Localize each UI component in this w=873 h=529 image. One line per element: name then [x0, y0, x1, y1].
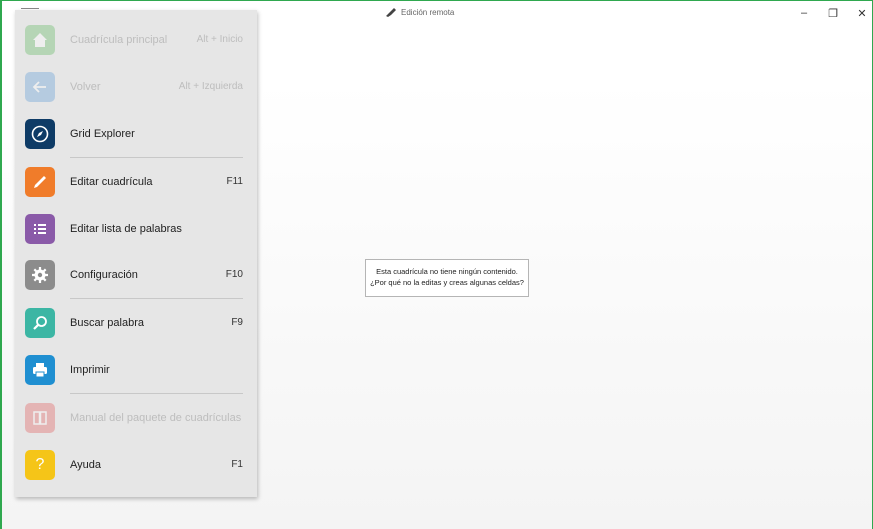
menu-item-back[interactable]: Volver Alt + Izquierda — [15, 63, 257, 110]
menu-item-grid-pack-manual[interactable]: Manual del paquete de cuadrículas — [15, 394, 257, 441]
menu-item-label: Configuración — [70, 268, 138, 281]
menu-item-print[interactable]: Imprimir — [15, 346, 257, 393]
menu-item-shortcut: Alt + Inicio — [196, 34, 243, 45]
menu-item-label: Grid Explorer — [70, 127, 135, 140]
menu-item-grid-explorer[interactable]: Grid Explorer — [15, 110, 257, 157]
back-arrow-icon — [25, 71, 55, 102]
window-title-text: Edición remota — [401, 7, 455, 17]
menu-item-help[interactable]: ? Ayuda F1 — [15, 441, 257, 488]
remote-edit-icon — [386, 8, 396, 17]
restore-button[interactable]: ❐ — [821, 4, 845, 22]
pencil-icon — [25, 166, 55, 197]
menu-item-edit-word-list[interactable]: Editar lista de palabras — [15, 205, 257, 252]
menu-item-label: Volver — [70, 80, 101, 93]
empty-grid-message-line1: Esta cuadrícula no tiene ningún contenid… — [376, 267, 518, 276]
menu-item-edit-grid[interactable]: Editar cuadrícula F11 — [15, 158, 257, 205]
menu-item-shortcut: F1 — [231, 459, 243, 470]
home-icon — [25, 24, 55, 55]
list-icon — [25, 213, 55, 244]
menu-item-search-word[interactable]: Buscar palabra F9 — [15, 299, 257, 346]
window-title: Edición remota — [385, 6, 454, 18]
menu-item-label: Editar cuadrícula — [70, 175, 153, 188]
menu-item-settings[interactable]: Configuración F10 — [15, 251, 257, 298]
compass-icon — [25, 118, 55, 149]
help-icon: ? — [25, 449, 55, 480]
menu-item-home-grid[interactable]: Cuadrícula principal Alt + Inicio — [15, 16, 257, 63]
close-button[interactable]: ✕ — [850, 4, 873, 22]
empty-grid-message-line2: ¿Por qué no la editas y creas algunas ce… — [370, 278, 524, 287]
printer-icon — [25, 354, 55, 385]
menu-item-label: Manual del paquete de cuadrículas — [70, 411, 242, 424]
menu-item-shortcut: F9 — [231, 317, 243, 328]
minimize-button[interactable]: – — [792, 4, 816, 22]
search-icon — [25, 307, 55, 338]
gear-icon — [25, 259, 55, 290]
empty-grid-message: Esta cuadrícula no tiene ningún contenid… — [365, 259, 529, 297]
menu-item-label: Imprimir — [70, 363, 110, 376]
menu-item-shortcut: F10 — [225, 269, 243, 280]
menu-item-label: Editar lista de palabras — [70, 222, 182, 235]
menu-item-label: Ayuda — [70, 458, 101, 471]
main-menu: Cuadrícula principal Alt + Inicio Volver… — [15, 10, 257, 497]
menu-item-label: Buscar palabra — [70, 316, 144, 329]
menu-item-shortcut: F11 — [226, 176, 244, 187]
book-icon — [25, 402, 55, 433]
menu-item-label: Cuadrícula principal — [70, 33, 168, 46]
menu-item-shortcut: Alt + Izquierda — [178, 81, 243, 92]
